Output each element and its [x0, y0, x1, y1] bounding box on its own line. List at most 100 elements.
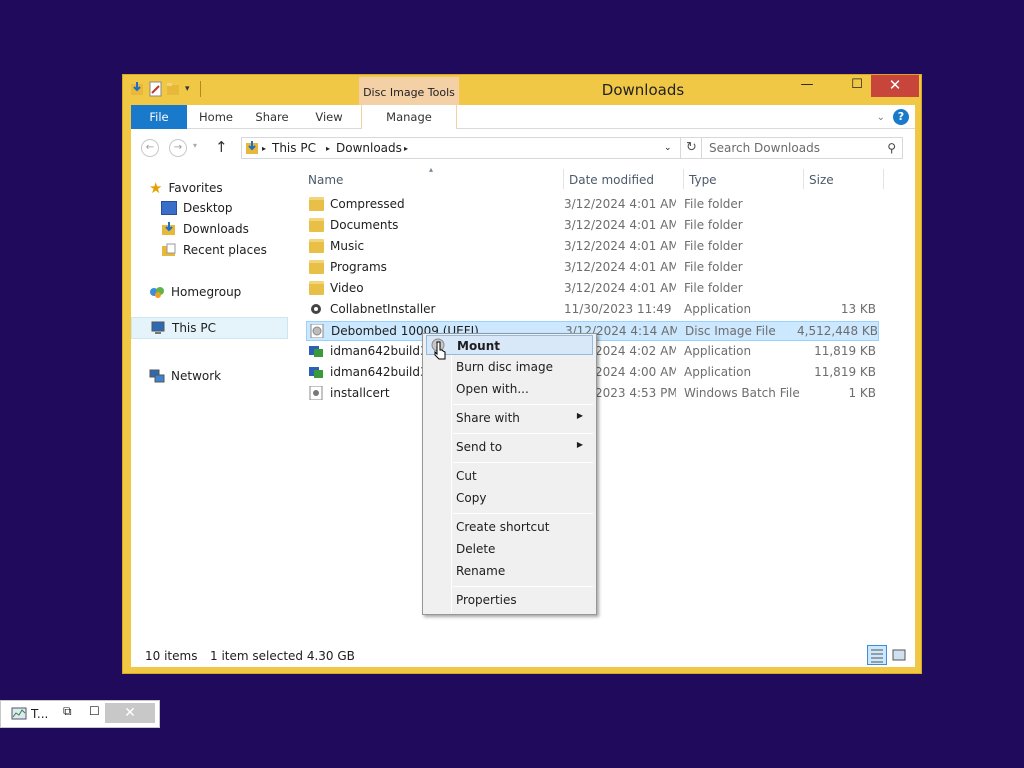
disc-image-tools-group: Disc Image Tools [359, 77, 459, 105]
menu-separator [453, 433, 593, 434]
nav-this-pc[interactable]: This PC [131, 317, 288, 339]
search-input[interactable] [702, 138, 872, 158]
search-box[interactable]: ⚲ [701, 137, 903, 159]
address-bar[interactable]: ▸ This PC ▸ Downloads ▸ ⌄ [241, 137, 681, 159]
column-divider[interactable] [883, 169, 884, 189]
help-icon[interactable]: ? [893, 109, 909, 125]
file-name: Compressed [330, 197, 405, 211]
file-type: File folder [684, 239, 743, 253]
nav-network[interactable]: Network [149, 369, 221, 383]
menu-item-share-with[interactable]: Share with ▶ [426, 408, 593, 428]
properties-icon[interactable] [149, 81, 163, 97]
folder-download-icon[interactable] [131, 81, 145, 97]
desktop-icon [161, 201, 177, 215]
minimized-window[interactable]: T... ⧉ ☐ ✕ [0, 700, 160, 728]
downloads-folder-icon [162, 222, 175, 235]
menu-item-delete[interactable]: Delete [426, 539, 593, 559]
tab-share[interactable]: Share [251, 105, 293, 129]
up-arrow-icon[interactable]: ↑ [215, 138, 228, 156]
file-type: Application [684, 344, 752, 358]
menu-item-properties[interactable]: Properties [426, 590, 593, 610]
large-icons-view-icon [892, 649, 906, 661]
back-button[interactable]: ← [141, 139, 159, 157]
column-divider[interactable] [803, 169, 804, 189]
table-row[interactable]: Documents 3/12/2024 4:01 AM File folder [306, 216, 879, 236]
file-date: 3/12/2024 4:01 AM [564, 218, 676, 232]
forward-button[interactable]: → [169, 139, 187, 157]
menu-separator [453, 404, 593, 405]
file-type: File folder [684, 197, 743, 211]
ribbon-tabs: File Home Share View Manage ⌄ ? [131, 105, 915, 129]
file-name: Video [330, 281, 364, 295]
search-icon[interactable]: ⚲ [887, 141, 896, 155]
refresh-button[interactable]: ↻ [681, 137, 703, 159]
table-row[interactable]: Video 3/12/2024 4:01 AM File folder [306, 279, 879, 299]
table-row[interactable]: CollabnetInstaller 11/30/2023 11:49 ... Ap… [306, 300, 879, 320]
folder-icon [309, 239, 324, 253]
menu-item-create-shortcut[interactable]: Create shortcut [426, 517, 593, 537]
nav-label: Recent places [183, 243, 267, 257]
menu-item-mount[interactable]: Mount [426, 335, 593, 355]
batch-file-icon [309, 386, 323, 400]
nav-recent-places[interactable]: Recent places [161, 243, 267, 257]
file-date: 11/30/2023 11:49 ... [564, 302, 676, 316]
column-divider[interactable] [683, 169, 684, 189]
nav-desktop[interactable]: Desktop [161, 201, 233, 215]
menu-item-open-with[interactable]: Open with... [426, 379, 593, 399]
file-date: 3/12/2024 4:01 AM [564, 239, 676, 253]
chevron-down-icon[interactable]: ▾ [185, 84, 190, 94]
new-folder-icon[interactable] [167, 81, 181, 97]
chevron-down-icon[interactable]: ⌄ [664, 143, 672, 153]
nav-homegroup[interactable]: Homegroup [149, 285, 241, 299]
restore-button[interactable]: ⧉ [63, 704, 72, 719]
breadcrumb-downloads[interactable]: Downloads [336, 141, 402, 155]
disc-image-icon [310, 324, 324, 338]
file-type: Application [684, 302, 752, 316]
breadcrumb-separator-icon: ▸ [262, 144, 267, 153]
tab-home[interactable]: Home [195, 105, 237, 129]
menu-item-send-to[interactable]: Send to ▶ [426, 437, 593, 457]
column-type[interactable]: Type [689, 173, 717, 187]
recent-locations-icon[interactable]: ▾ [193, 141, 197, 150]
nav-downloads[interactable]: Downloads [161, 222, 249, 236]
table-row[interactable]: Compressed 3/12/2024 4:01 AM File folder [306, 195, 879, 215]
maximize-button[interactable]: ☐ [89, 704, 100, 718]
tab-file[interactable]: File [131, 105, 187, 129]
table-row[interactable]: Programs 3/12/2024 4:01 AM File folder [306, 258, 879, 278]
nav-label: Desktop [183, 201, 233, 215]
menu-item-copy[interactable]: Copy [426, 488, 593, 508]
submenu-arrow-icon: ▶ [576, 440, 583, 449]
network-icon [149, 369, 165, 383]
quick-access-toolbar: ▾ [131, 81, 201, 97]
maximize-button[interactable]: ☐ [843, 75, 871, 97]
menu-separator [453, 586, 593, 587]
computer-icon [151, 321, 165, 334]
mouse-pointer-icon [434, 341, 446, 360]
file-size: 11,819 KB [814, 344, 876, 358]
menu-item-burn-disc-image[interactable]: Burn disc image [426, 357, 593, 377]
minimized-window-title: T... [31, 707, 49, 721]
menu-label: Mount [457, 339, 501, 353]
close-button[interactable]: ✕ [105, 703, 155, 723]
column-name[interactable]: Name [308, 173, 343, 187]
column-size[interactable]: Size [809, 173, 834, 187]
expand-ribbon-icon[interactable]: ⌄ [877, 112, 885, 123]
table-row[interactable]: Music 3/12/2024 4:01 AM File folder [306, 237, 879, 257]
nav-favorites[interactable]: ★ Favorites [149, 179, 223, 197]
tab-manage[interactable]: Manage [361, 105, 457, 129]
minimize-button[interactable]: — [793, 75, 821, 97]
homegroup-icon [150, 287, 164, 298]
title-bar[interactable]: ▾ Disc Image Tools Downloads — ☐ ✕ [123, 75, 921, 105]
details-view-button[interactable] [867, 645, 887, 665]
column-date-modified[interactable]: Date modified [569, 173, 654, 187]
tab-view[interactable]: View [309, 105, 349, 129]
file-size: 1 KB [848, 386, 876, 400]
menu-item-cut[interactable]: Cut [426, 466, 593, 486]
close-button[interactable]: ✕ [871, 75, 919, 97]
column-divider[interactable] [563, 169, 564, 189]
breadcrumb-this-pc[interactable]: This PC [272, 141, 316, 155]
file-type: Application [684, 365, 752, 379]
folder-icon [309, 281, 324, 295]
menu-item-rename[interactable]: Rename [426, 561, 593, 581]
large-icons-view-button[interactable] [889, 645, 909, 665]
